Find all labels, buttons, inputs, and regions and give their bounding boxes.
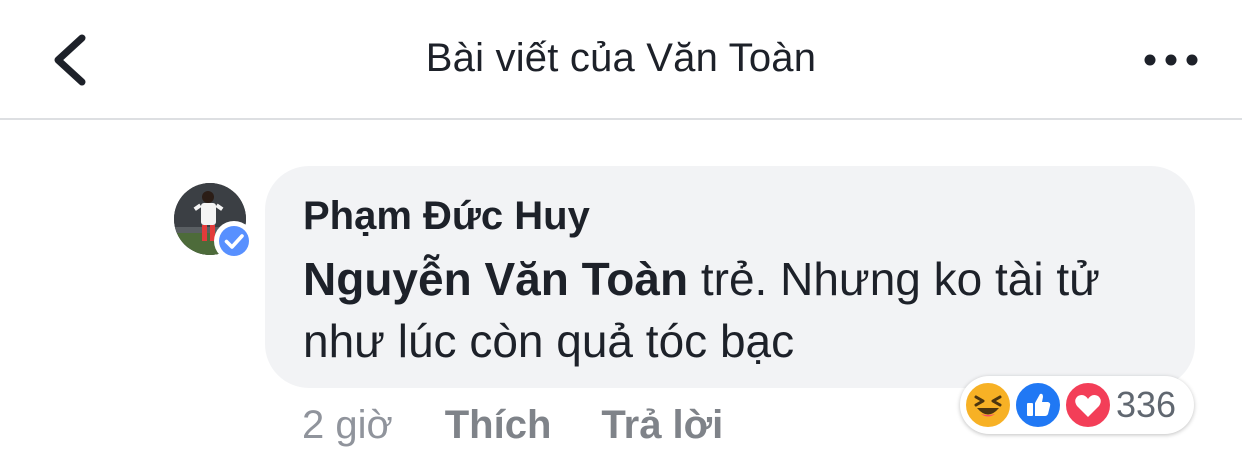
comment-actions: 2 giờ Thích Trả lời xyxy=(302,400,773,450)
navigation-header: Bài viết của Văn Toàn xyxy=(0,0,1242,120)
comment-timestamp[interactable]: 2 giờ xyxy=(302,403,393,448)
more-horizontal-icon xyxy=(1144,54,1198,66)
like-button[interactable]: Thích xyxy=(445,403,552,448)
verified-check-icon xyxy=(219,226,249,256)
reactions-summary[interactable]: 336 xyxy=(960,376,1194,434)
love-icon xyxy=(1064,381,1112,429)
mention-link[interactable]: Nguyễn Văn Toàn xyxy=(303,253,688,305)
like-icon xyxy=(1014,381,1062,429)
reaction-count: 336 xyxy=(1116,384,1177,425)
page-title: Bài viết của Văn Toàn xyxy=(425,36,817,80)
comment: Phạm Đức Huy Nguyễn Văn Toàn trẻ. Nhưng … xyxy=(0,120,1242,462)
haha-icon xyxy=(964,381,1012,429)
comment-text: Nguyễn Văn Toàn trẻ. Nhưng ko tài tử như… xyxy=(303,248,1173,372)
reply-button[interactable]: Trả lời xyxy=(601,403,723,448)
verified-badge xyxy=(214,221,254,261)
more-options-button[interactable] xyxy=(1138,38,1204,82)
comment-author[interactable]: Phạm Đức Huy xyxy=(303,194,590,239)
comment-bubble: Phạm Đức Huy Nguyễn Văn Toàn trẻ. Nhưng … xyxy=(265,166,1195,388)
